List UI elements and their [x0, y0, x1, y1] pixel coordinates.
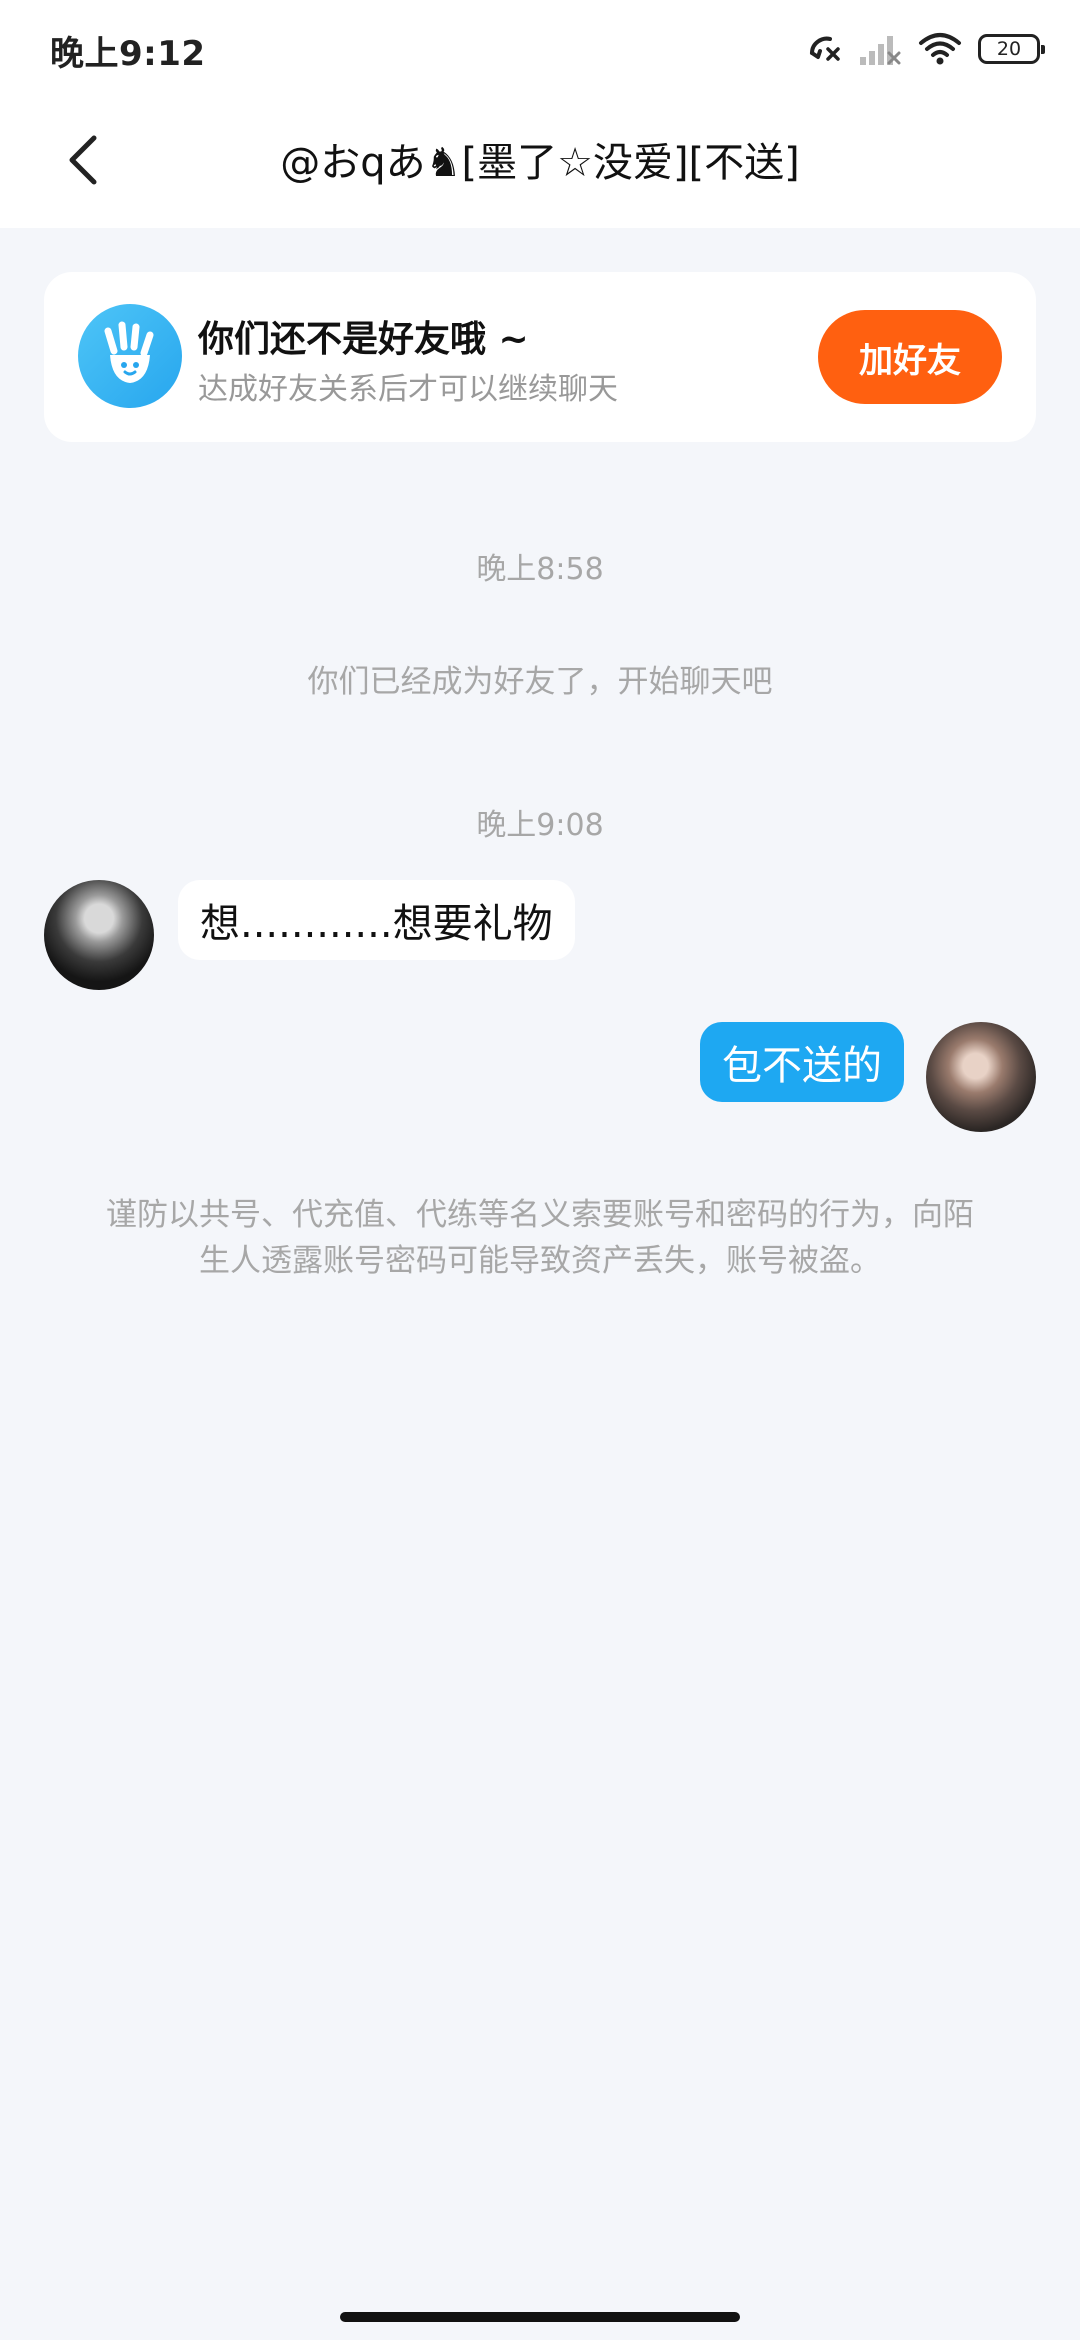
page-title[interactable]: @おqあ♞[墨了☆没爱][不送]: [150, 130, 930, 188]
safety-notice: 谨防以共号、代充值、代练等名义索要账号和密码的行为，向陌 生人透露账号密码可能导…: [80, 1192, 1000, 1284]
home-indicator[interactable]: [340, 2312, 740, 2322]
battery-icon: 20: [978, 34, 1045, 64]
battery-level: 20: [996, 38, 1022, 60]
status-icons: 20: [806, 28, 1045, 70]
message-timestamp: 晚上9:08: [476, 808, 604, 843]
message-timestamp: 晚上8:58: [476, 552, 604, 587]
wifi-icon: [918, 31, 962, 67]
chevron-left-icon: [64, 134, 104, 190]
status-time: 晚上9:12: [50, 34, 206, 74]
back-button[interactable]: [54, 132, 114, 192]
add-friend-button[interactable]: 加好友: [818, 310, 1002, 404]
avatar[interactable]: [44, 880, 154, 990]
safety-notice-line: 谨防以共号、代充值、代练等名义索要账号和密码的行为，向陌: [106, 1197, 974, 1233]
signal-off-icon: [858, 31, 902, 67]
safety-notice-line: 生人透露账号密码可能导致资产丢失，账号被盗。: [199, 1243, 881, 1279]
missed-call-icon: [806, 31, 842, 67]
nav-bar: @おqあ♞[墨了☆没爱][不送]: [0, 96, 1080, 228]
friend-banner-title: 你们还不是好友哦 ~: [198, 319, 529, 360]
friend-banner-subtitle: 达成好友关系后才可以继续聊天: [198, 372, 618, 407]
waving-hand-icon: [78, 304, 182, 408]
status-bar: 晚上9:12 20: [0, 0, 1080, 96]
incoming-message-bubble[interactable]: 想............想要礼物: [178, 880, 575, 960]
avatar[interactable]: [926, 1022, 1036, 1132]
friend-request-banner: 你们还不是好友哦 ~ 达成好友关系后才可以继续聊天 加好友: [44, 272, 1036, 442]
outgoing-message-bubble[interactable]: 包不送的: [700, 1022, 904, 1102]
system-message: 你们已经成为好友了，开始聊天吧: [307, 664, 773, 700]
